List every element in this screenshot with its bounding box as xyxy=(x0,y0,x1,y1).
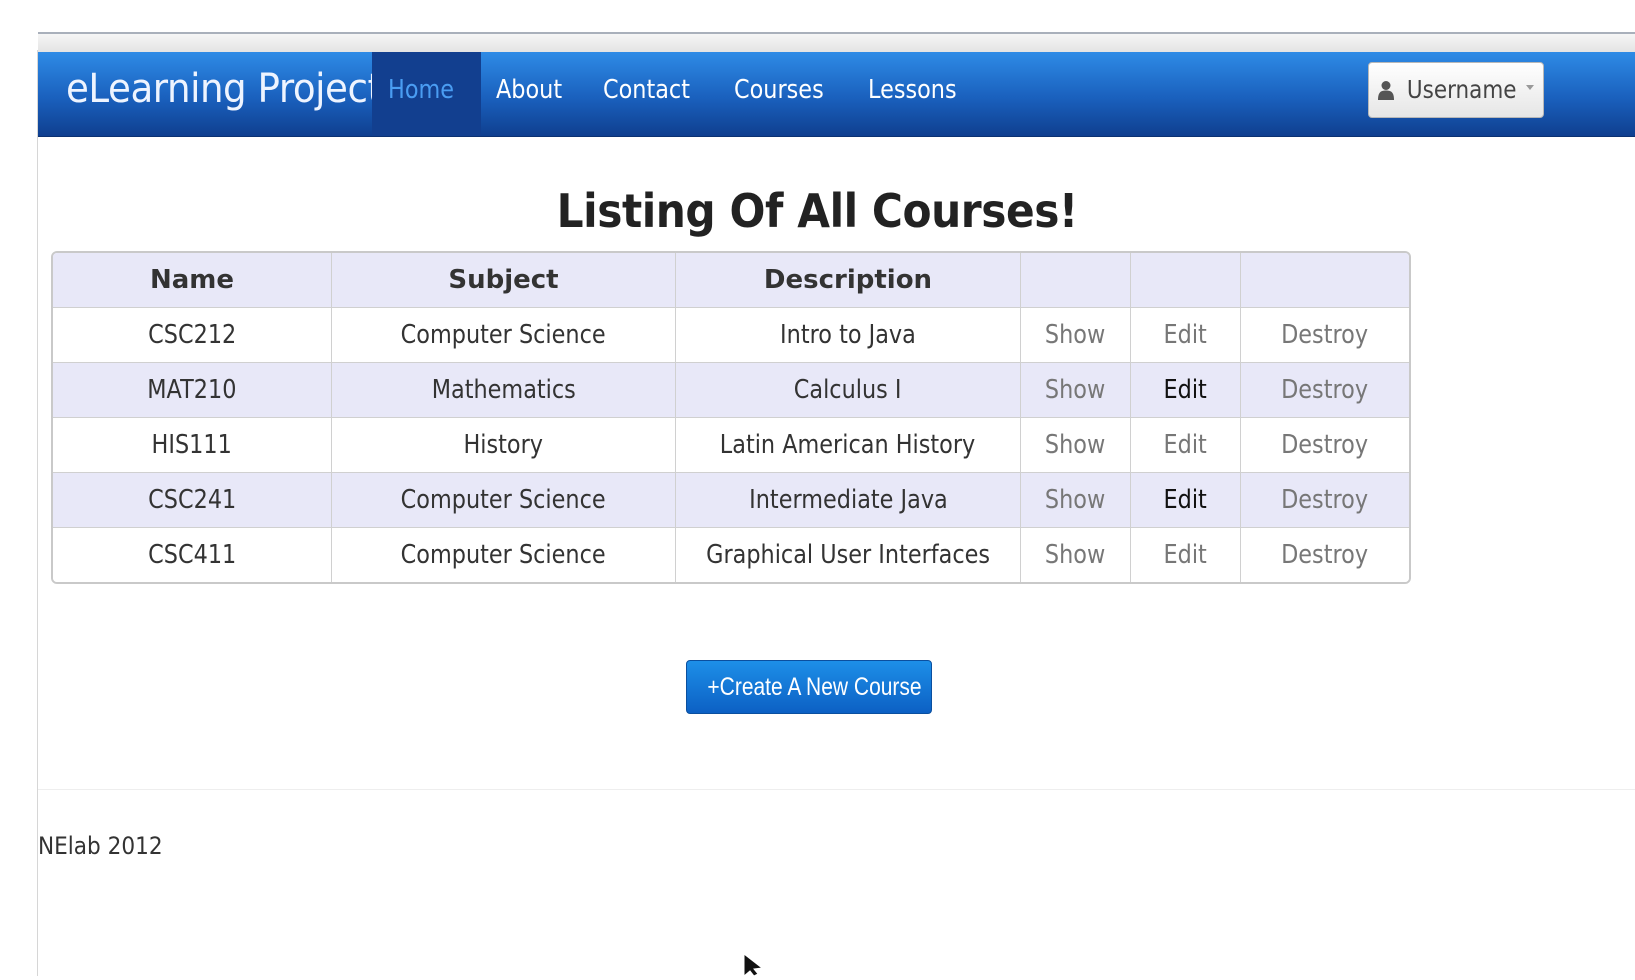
nav-about[interactable]: About xyxy=(481,52,588,136)
create-course-button-label: +Create A New Course xyxy=(707,673,922,701)
cell-description-text: Intro to Java xyxy=(780,320,916,350)
nav-about-label: About xyxy=(495,75,562,105)
cell-name-text: HIS111 xyxy=(151,430,233,460)
destroy-link[interactable]: Destroy xyxy=(1281,485,1368,515)
cell-subject: Mathematics xyxy=(332,363,676,418)
cell-destroy: Destroy xyxy=(1241,473,1409,528)
courses-table: Name Subject Description CSC212 Computer… xyxy=(51,251,1411,584)
cell-name-text: CSC212 xyxy=(147,320,237,350)
cell-name: MAT210 xyxy=(53,363,332,418)
edit-link[interactable]: Edit xyxy=(1164,430,1207,460)
footer-copyright-text: NElab 2012 xyxy=(38,832,163,860)
browser-frame-top xyxy=(38,32,1635,53)
cell-subject-text: Computer Science xyxy=(401,485,606,515)
destroy-link[interactable]: Destroy xyxy=(1281,375,1368,405)
table-row: MAT210 Mathematics Calculus I Show Edit … xyxy=(53,363,1409,418)
cell-subject-text: Mathematics xyxy=(431,375,576,405)
table-row: CSC212 Computer Science Intro to Java Sh… xyxy=(53,308,1409,363)
username-dropdown-button[interactable]: Username xyxy=(1368,62,1544,118)
edit-link[interactable]: Edit xyxy=(1164,540,1207,570)
table-row: HIS111 History Latin American History Sh… xyxy=(53,418,1409,473)
cell-description: Latin American History xyxy=(676,418,1021,473)
cell-show: Show xyxy=(1021,473,1131,528)
cell-subject-text: Computer Science xyxy=(401,540,606,570)
col-header-show xyxy=(1021,253,1131,308)
cell-subject: Computer Science xyxy=(332,528,676,582)
cell-edit: Edit xyxy=(1131,363,1241,418)
page-title: Listing Of All Courses! xyxy=(0,184,1635,238)
create-course-button[interactable]: +Create A New Course xyxy=(686,660,932,714)
footer-copyright: NElab 2012 xyxy=(38,832,176,860)
cell-subject-text: History xyxy=(463,430,544,460)
cell-description-text: Calculus I xyxy=(794,375,902,405)
cell-edit: Edit xyxy=(1131,473,1241,528)
col-header-description: Description xyxy=(676,253,1021,308)
brand-logo[interactable]: eLearning Project xyxy=(66,66,382,112)
cell-description-text: Latin American History xyxy=(720,430,976,460)
cell-subject: History xyxy=(332,418,676,473)
cell-show: Show xyxy=(1021,363,1131,418)
cell-description: Intro to Java xyxy=(676,308,1021,363)
cell-name: CSC411 xyxy=(53,528,332,582)
nav-home-label: Home xyxy=(388,75,455,105)
col-header-subject: Subject xyxy=(332,253,676,308)
cell-name: CSC241 xyxy=(53,473,332,528)
cell-edit: Edit xyxy=(1131,418,1241,473)
cell-destroy: Destroy xyxy=(1241,308,1409,363)
edit-link[interactable]: Edit xyxy=(1164,485,1207,515)
cell-name-text: MAT210 xyxy=(147,375,237,405)
destroy-link[interactable]: Destroy xyxy=(1281,430,1368,460)
footer-divider xyxy=(38,789,1635,790)
col-header-name: Name xyxy=(53,253,332,308)
cell-description: Graphical User Interfaces xyxy=(676,528,1021,582)
mouse-cursor-icon xyxy=(742,952,768,978)
edit-link[interactable]: Edit xyxy=(1164,375,1207,405)
cell-destroy: Destroy xyxy=(1241,418,1409,473)
nav-home[interactable]: Home xyxy=(372,52,481,136)
cell-name-text: CSC411 xyxy=(147,540,237,570)
main-nav: Home About Contact Courses Lessons xyxy=(372,52,986,136)
nav-courses-label: Courses xyxy=(733,75,824,105)
cell-description: Calculus I xyxy=(676,363,1021,418)
nav-contact[interactable]: Contact xyxy=(588,52,719,136)
destroy-link[interactable]: Destroy xyxy=(1281,540,1368,570)
cell-description-text: Intermediate Java xyxy=(748,485,948,515)
cell-show: Show xyxy=(1021,528,1131,582)
nav-lessons[interactable]: Lessons xyxy=(853,52,986,136)
cell-destroy: Destroy xyxy=(1241,363,1409,418)
show-link[interactable]: Show xyxy=(1045,540,1105,570)
top-navbar: eLearning Project Home About Contact Cou… xyxy=(38,52,1635,137)
show-link[interactable]: Show xyxy=(1045,375,1105,405)
cell-show: Show xyxy=(1021,308,1131,363)
cell-name: CSC212 xyxy=(53,308,332,363)
cell-description-text: Graphical User Interfaces xyxy=(706,540,990,570)
cell-show: Show xyxy=(1021,418,1131,473)
cell-edit: Edit xyxy=(1131,308,1241,363)
table-row: CSC241 Computer Science Intermediate Jav… xyxy=(53,473,1409,528)
user-icon xyxy=(1378,65,1395,100)
cell-subject: Computer Science xyxy=(332,473,676,528)
show-link[interactable]: Show xyxy=(1045,430,1105,460)
nav-courses[interactable]: Courses xyxy=(719,52,853,136)
cell-edit: Edit xyxy=(1131,528,1241,582)
cell-name: HIS111 xyxy=(53,418,332,473)
cell-subject-text: Computer Science xyxy=(401,320,606,350)
col-header-destroy xyxy=(1241,253,1409,308)
cell-destroy: Destroy xyxy=(1241,528,1409,582)
show-link[interactable]: Show xyxy=(1045,320,1105,350)
table-row: CSC411 Computer Science Graphical User I… xyxy=(53,528,1409,582)
username-label: Username xyxy=(1407,75,1517,104)
cell-description: Intermediate Java xyxy=(676,473,1021,528)
cell-subject: Computer Science xyxy=(332,308,676,363)
caret-down-icon xyxy=(1525,85,1534,90)
nav-lessons-label: Lessons xyxy=(868,75,957,105)
page-title-text: Listing Of All Courses! xyxy=(556,184,1079,238)
cell-name-text: CSC241 xyxy=(147,485,237,515)
nav-contact-label: Contact xyxy=(602,75,690,105)
table-header-row: Name Subject Description xyxy=(53,253,1409,308)
edit-link[interactable]: Edit xyxy=(1164,320,1207,350)
col-header-edit xyxy=(1131,253,1241,308)
destroy-link[interactable]: Destroy xyxy=(1281,320,1368,350)
show-link[interactable]: Show xyxy=(1045,485,1105,515)
